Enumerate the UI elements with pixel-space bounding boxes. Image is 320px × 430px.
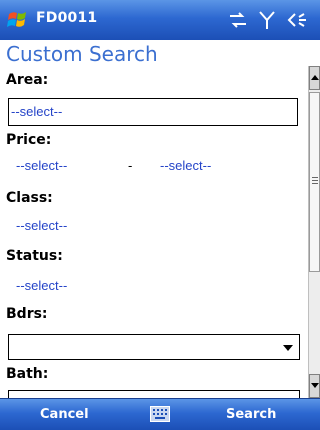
- status-label: Status:: [6, 248, 63, 264]
- signal-icon[interactable]: [258, 10, 276, 30]
- page-title: Custom Search: [6, 42, 158, 66]
- soft-key-bar: Cancel Search: [0, 398, 320, 430]
- keyboard-icon[interactable]: [150, 406, 170, 422]
- bath-label: Bath:: [6, 366, 49, 382]
- bdrs-dropdown[interactable]: [8, 334, 300, 360]
- chevron-down-icon: [283, 345, 293, 351]
- title-bar: FD0011: [0, 0, 320, 40]
- area-select[interactable]: --select--: [8, 98, 298, 126]
- status-icons: [222, 7, 312, 33]
- status-select[interactable]: --select--: [16, 278, 67, 293]
- class-select[interactable]: --select--: [16, 218, 67, 233]
- bdrs-label: Bdrs:: [6, 306, 48, 322]
- custom-search-form: Custom Search Area: --select-- Price: --…: [0, 40, 308, 398]
- windows-start-icon[interactable]: [6, 8, 32, 32]
- scroll-up-button[interactable]: [309, 66, 320, 90]
- scroll-down-button[interactable]: [309, 374, 320, 398]
- vertical-scrollbar[interactable]: [308, 66, 320, 398]
- price-min-select[interactable]: --select--: [16, 158, 67, 173]
- area-select-value: --select--: [11, 104, 63, 119]
- connectivity-icon[interactable]: [228, 11, 248, 29]
- volume-icon[interactable]: [286, 11, 308, 29]
- cancel-button[interactable]: Cancel: [40, 407, 89, 422]
- area-label: Area:: [6, 72, 49, 88]
- window-title: FD0011: [36, 10, 98, 26]
- scroll-thumb[interactable]: [309, 92, 320, 272]
- price-label: Price:: [6, 132, 52, 148]
- class-label: Class:: [6, 190, 53, 206]
- grip-icon: [312, 177, 318, 185]
- price-max-select[interactable]: --select--: [160, 158, 211, 173]
- bath-dropdown[interactable]: [8, 390, 300, 398]
- search-button[interactable]: Search: [226, 407, 276, 422]
- price-separator: -: [128, 158, 133, 173]
